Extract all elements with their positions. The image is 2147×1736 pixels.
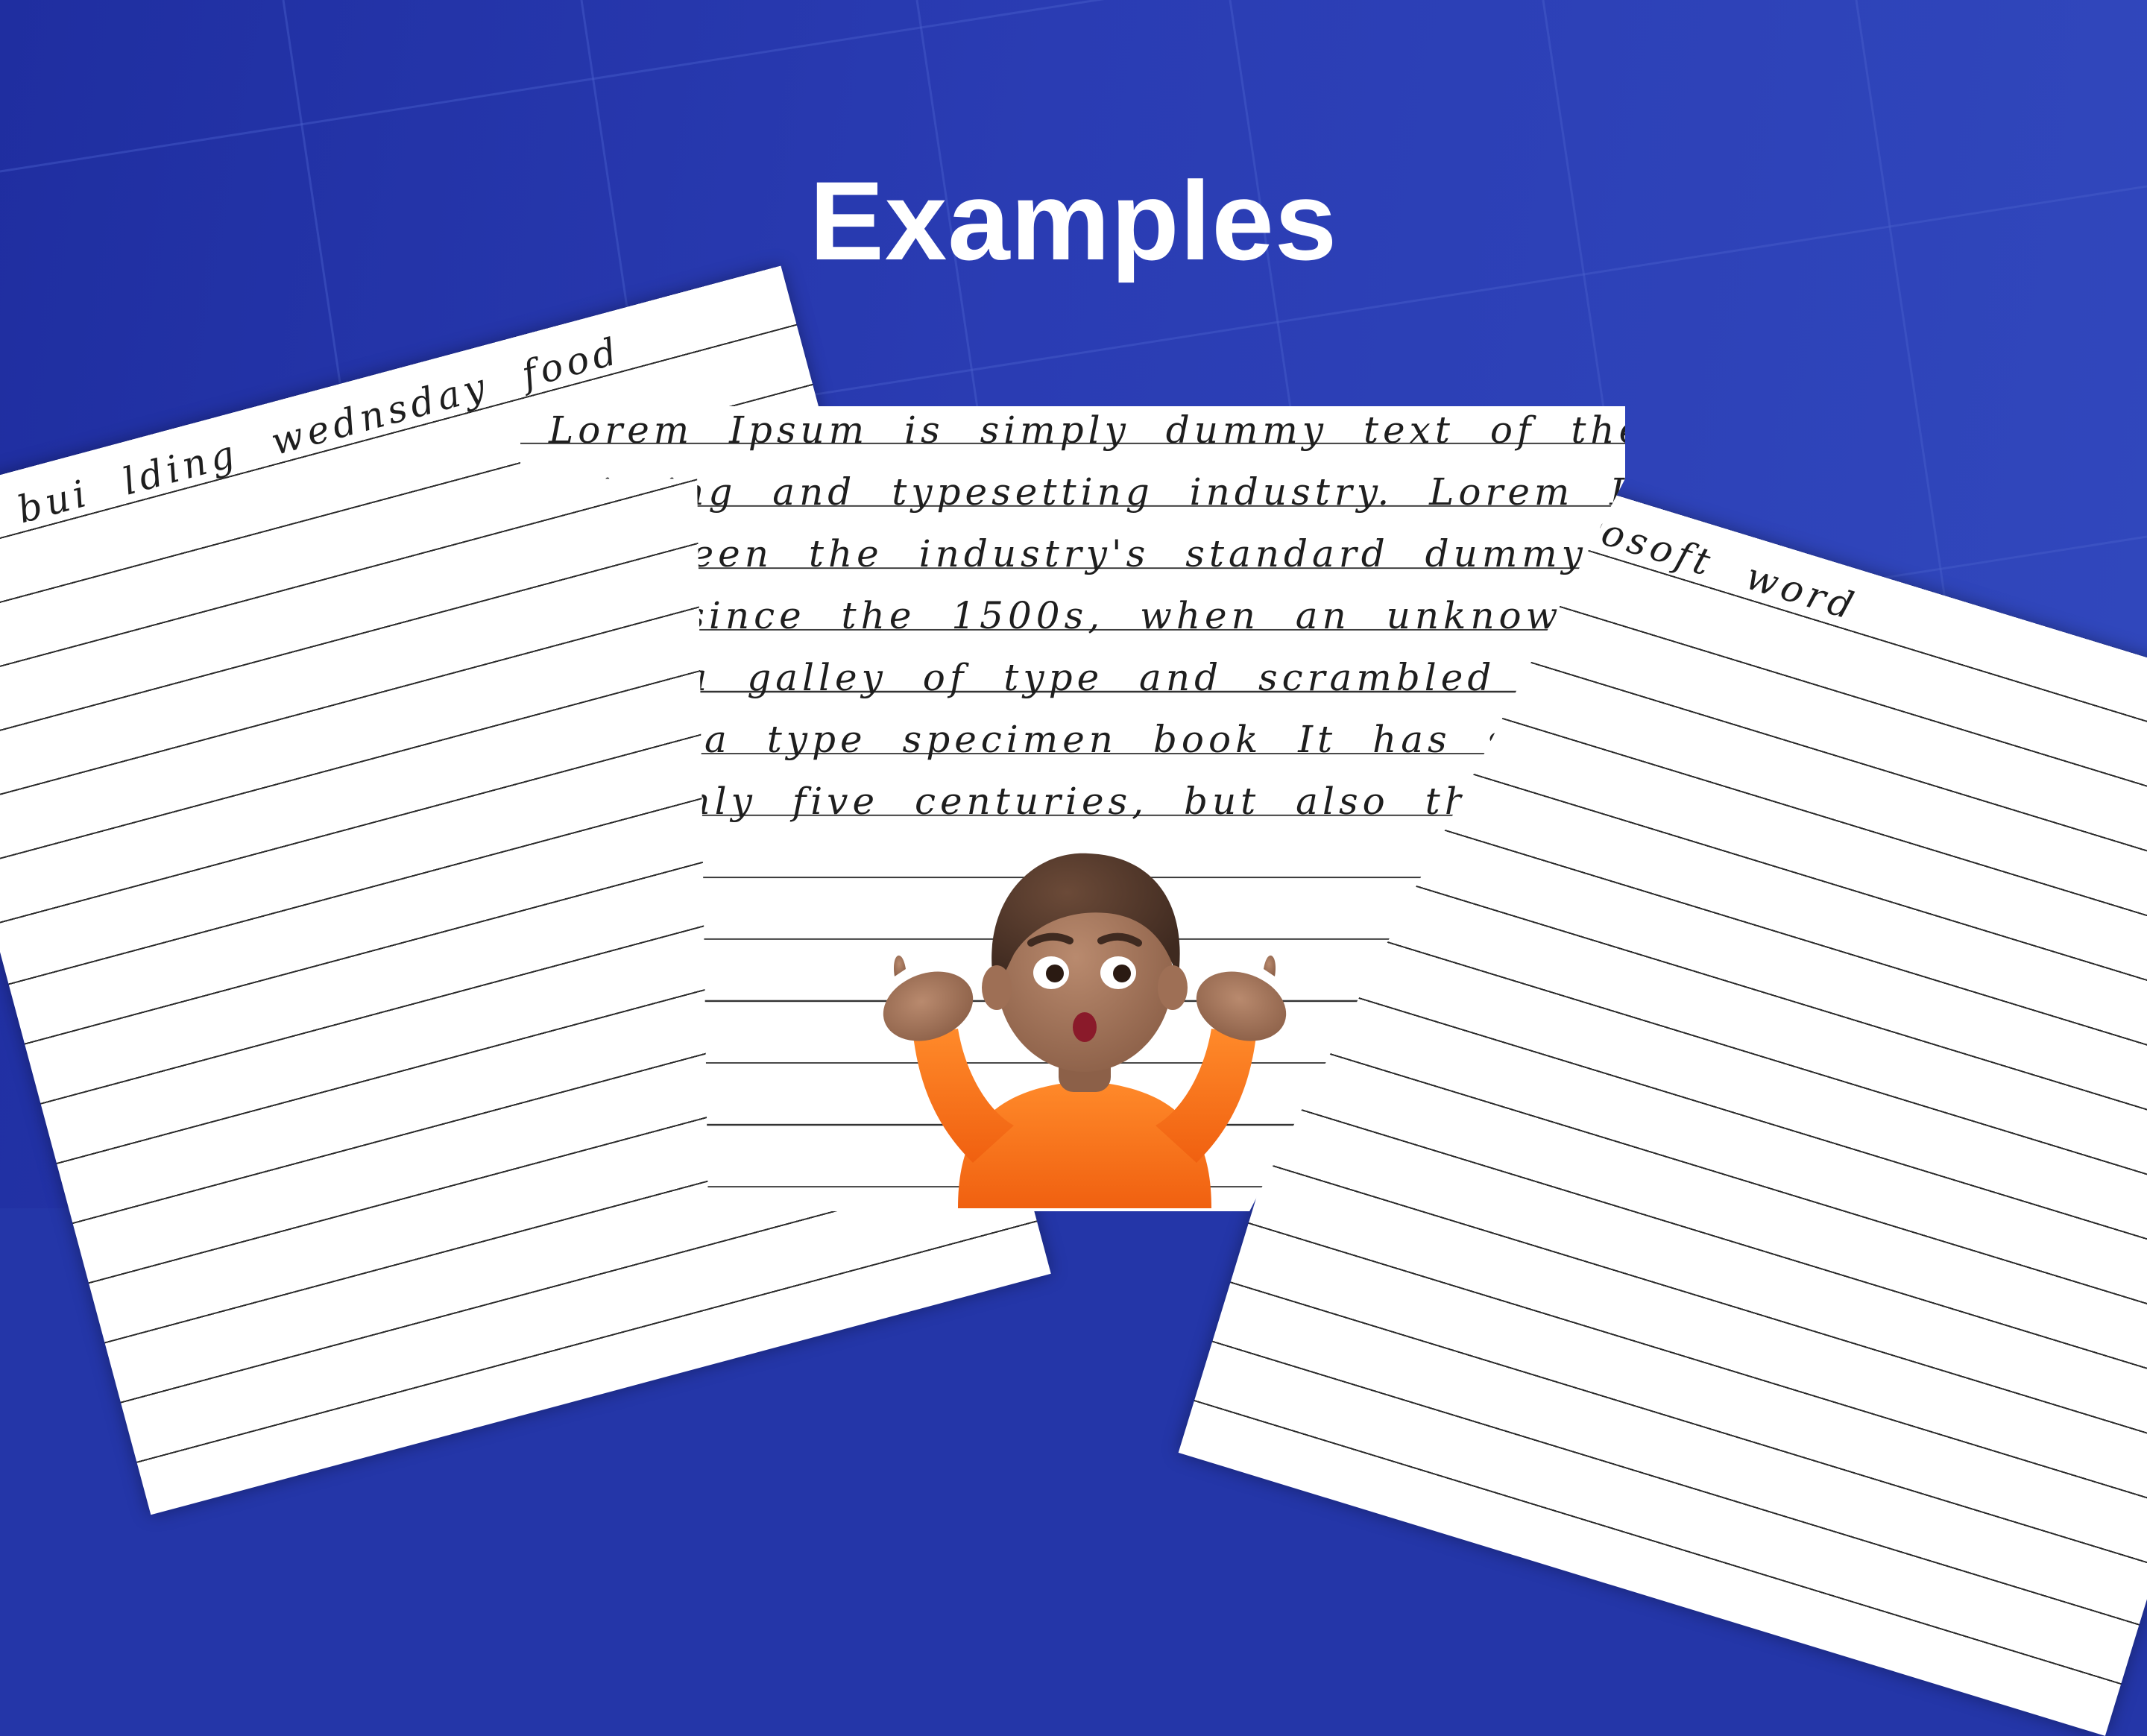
handwritten-line: make a type specimen book It has survive… bbox=[549, 718, 1625, 761]
handwritten-line: ever since the 1500s, when an unknown pr… bbox=[549, 594, 1625, 637]
person-shrugging-icon bbox=[883, 853, 1287, 1208]
handwritten-line: Lorem Ipsum is simply dummy text of the bbox=[549, 408, 1625, 452]
handwritten-line: has been the industry's standard dummy t… bbox=[549, 532, 1625, 575]
handwritten-line: printing and typesetting industry. Lorem… bbox=[549, 470, 1625, 514]
page-title: Examples bbox=[809, 158, 1338, 283]
handwritten-line: took a galley of type and scrambled it t… bbox=[549, 656, 1625, 699]
